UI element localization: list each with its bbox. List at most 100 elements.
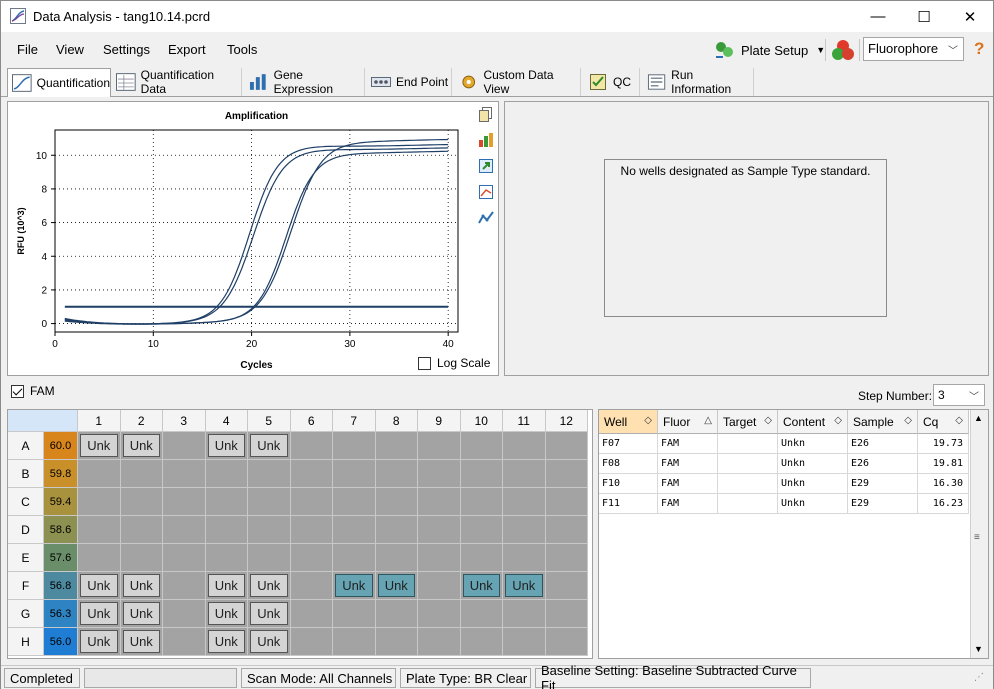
plate-well[interactable] xyxy=(545,516,588,544)
sort-icon[interactable]: ◇ xyxy=(644,415,652,426)
plate-well[interactable] xyxy=(333,544,376,572)
plate-well[interactable] xyxy=(205,544,248,572)
column-header-cq[interactable]: Cq ◇ xyxy=(918,410,969,434)
plate-well[interactable] xyxy=(460,460,503,488)
plate-well[interactable] xyxy=(163,460,206,488)
plate-well[interactable] xyxy=(503,516,546,544)
tab-end-point[interactable]: End Point xyxy=(367,68,452,96)
well-unknown[interactable]: Unk xyxy=(122,602,160,625)
well-unknown[interactable]: Unk xyxy=(250,630,288,653)
tab-quantification[interactable]: Quantification xyxy=(7,68,111,97)
menu-tools[interactable]: Tools xyxy=(227,42,257,57)
sort-icon[interactable]: ◇ xyxy=(904,415,912,426)
close-button[interactable]: ✕ xyxy=(947,1,993,32)
plate-well[interactable] xyxy=(503,460,546,488)
well-unknown[interactable]: Unk xyxy=(207,434,245,457)
menu-export[interactable]: Export xyxy=(168,42,206,57)
plate-well[interactable]: Unk xyxy=(120,572,163,600)
plate-well[interactable] xyxy=(290,432,333,460)
table-cell[interactable]: E26 xyxy=(848,454,918,474)
plate-well[interactable] xyxy=(78,516,121,544)
column-header-sample[interactable]: Sample ◇ xyxy=(848,410,918,434)
plate-well[interactable]: Unk xyxy=(78,628,121,656)
plate-well[interactable] xyxy=(545,572,588,600)
well-unknown[interactable]: Unk xyxy=(80,574,118,597)
plate-well[interactable] xyxy=(545,628,588,656)
plate-well[interactable] xyxy=(290,544,333,572)
table-cell[interactable] xyxy=(718,494,778,514)
plate-well[interactable] xyxy=(460,516,503,544)
menu-file[interactable]: File xyxy=(17,42,38,57)
sort-icon[interactable]: △ xyxy=(704,415,712,426)
tab-custom-data-view[interactable]: Custom Data View xyxy=(455,68,581,96)
plate-column-header[interactable]: 12 xyxy=(545,410,588,432)
well-unknown[interactable]: Unk xyxy=(80,434,118,457)
well-unknown[interactable]: Unk xyxy=(250,602,288,625)
plate-well[interactable]: Unk xyxy=(205,600,248,628)
plate-well[interactable] xyxy=(290,600,333,628)
plate-well[interactable]: Unk xyxy=(205,628,248,656)
plate-well[interactable] xyxy=(503,544,546,572)
plate-well[interactable] xyxy=(248,516,291,544)
plate-well[interactable] xyxy=(163,628,206,656)
plate-well[interactable]: Unk xyxy=(248,432,291,460)
log-scale-toggle[interactable]: Log Scale xyxy=(418,356,490,370)
plate-well[interactable] xyxy=(163,600,206,628)
fam-toggle[interactable]: FAM xyxy=(11,384,55,398)
tab-gene-expression[interactable]: Gene Expression xyxy=(245,68,365,96)
plate-well[interactable] xyxy=(418,460,461,488)
plate-well[interactable]: Unk xyxy=(503,572,546,600)
resize-grip-icon[interactable]: ⋰ xyxy=(974,672,984,683)
table-cell[interactable] xyxy=(718,454,778,474)
table-cell[interactable]: F11 xyxy=(599,494,658,514)
table-cell[interactable]: 16.23 xyxy=(918,494,969,514)
plate-well[interactable] xyxy=(545,460,588,488)
plate-well[interactable] xyxy=(78,488,121,516)
plate-well[interactable] xyxy=(418,432,461,460)
plate-well[interactable] xyxy=(333,600,376,628)
plate-well[interactable]: Unk xyxy=(78,600,121,628)
plate-column-header[interactable]: 3 xyxy=(163,410,206,432)
plate-well[interactable] xyxy=(290,488,333,516)
plate-well[interactable] xyxy=(205,488,248,516)
plate-well[interactable] xyxy=(333,432,376,460)
plate-well[interactable] xyxy=(418,544,461,572)
table-cell[interactable]: E29 xyxy=(848,474,918,494)
plate-row-header[interactable]: D xyxy=(8,516,44,544)
plate-well[interactable] xyxy=(375,600,418,628)
table-cell[interactable]: FAM xyxy=(658,454,718,474)
plate-well[interactable] xyxy=(290,516,333,544)
table-cell[interactable]: 19.73 xyxy=(918,434,969,454)
plate-column-header[interactable]: 1 xyxy=(78,410,121,432)
column-header-well[interactable]: Well ◇ xyxy=(599,410,658,434)
scroll-up-icon[interactable]: ▲ xyxy=(974,413,983,423)
plate-row-header[interactable]: E xyxy=(8,544,44,572)
plate-well[interactable] xyxy=(418,572,461,600)
tab-quantification-data[interactable]: Quantification Data xyxy=(112,68,242,96)
column-header-fluor[interactable]: Fluor △ xyxy=(658,410,718,434)
well-unknown-selected[interactable]: Unk xyxy=(462,574,500,597)
plate-well[interactable] xyxy=(333,460,376,488)
plate-column-header[interactable]: 10 xyxy=(460,410,503,432)
table-scrollbar[interactable]: ▲ ≡ ▼ xyxy=(970,410,988,658)
plate-row-header[interactable]: B xyxy=(8,460,44,488)
plate-well[interactable] xyxy=(333,516,376,544)
plate-well[interactable] xyxy=(375,488,418,516)
amplification-chart[interactable]: Amplification 0 10 20 30 40 0 2 4 6 8 10 Cycles RFU (… xyxy=(8,102,470,375)
well-unknown[interactable]: Unk xyxy=(207,602,245,625)
plate-well[interactable] xyxy=(545,488,588,516)
well-unknown[interactable]: Unk xyxy=(250,434,288,457)
plate-well[interactable]: Unk xyxy=(375,572,418,600)
column-header-target[interactable]: Target ◇ xyxy=(718,410,778,434)
plate-well[interactable] xyxy=(163,488,206,516)
well-unknown[interactable]: Unk xyxy=(207,630,245,653)
well-unknown-selected[interactable]: Unk xyxy=(377,574,415,597)
table-cell[interactable]: FAM xyxy=(658,494,718,514)
well-unknown[interactable]: Unk xyxy=(122,574,160,597)
menu-view[interactable]: View xyxy=(56,42,84,57)
plate-column-header[interactable]: 11 xyxy=(503,410,546,432)
plate-well[interactable] xyxy=(545,432,588,460)
plate-well[interactable] xyxy=(163,544,206,572)
plate-column-header[interactable]: 4 xyxy=(205,410,248,432)
trace-styles-icon[interactable] xyxy=(478,210,494,226)
